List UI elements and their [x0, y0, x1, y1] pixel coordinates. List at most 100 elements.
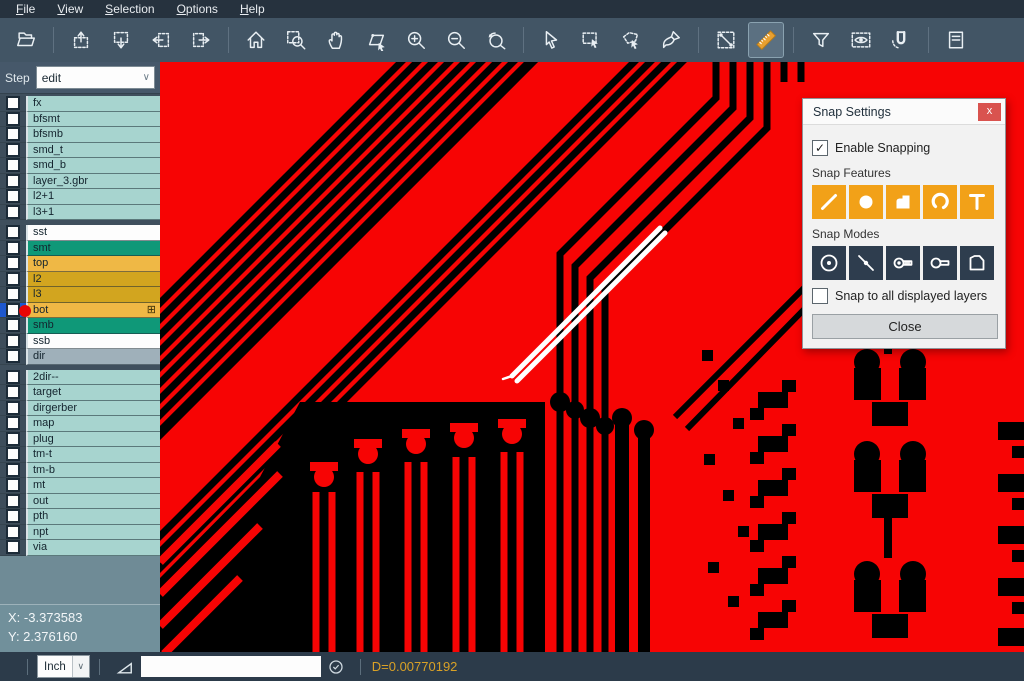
layer-row-target[interactable]: target: [0, 385, 160, 401]
layer-row-tm-b[interactable]: tm-b: [0, 463, 160, 479]
layer-checkbox[interactable]: [6, 318, 20, 332]
pan-up-button[interactable]: [64, 23, 98, 57]
layer-checkbox[interactable]: [6, 256, 20, 270]
ruler-button[interactable]: [749, 23, 783, 57]
layer-row-smd_b[interactable]: smd_b: [0, 158, 160, 174]
layer-label[interactable]: l2+1: [26, 189, 160, 205]
layer-label[interactable]: fx: [26, 96, 160, 112]
layer-row-smt[interactable]: smt: [0, 241, 160, 257]
layer-checkbox[interactable]: [6, 494, 20, 508]
snap-text-button[interactable]: [960, 185, 994, 219]
brush-button[interactable]: [654, 23, 688, 57]
layer-row-bfsmt[interactable]: bfsmt: [0, 112, 160, 128]
layer-row-bot[interactable]: bot⊞: [0, 303, 160, 319]
layer-label[interactable]: dir: [26, 349, 160, 365]
layer-visibility-cell[interactable]: [0, 272, 26, 288]
snap-line-button[interactable]: [812, 185, 846, 219]
layer-label[interactable]: tm-t: [26, 447, 160, 463]
layer-visibility-cell[interactable]: [0, 509, 26, 525]
zoom-previous-button[interactable]: [479, 23, 513, 57]
layer-visibility-cell[interactable]: [0, 525, 26, 541]
home-button[interactable]: [239, 23, 273, 57]
layer-row-out[interactable]: out: [0, 494, 160, 510]
layer-row-l2+1[interactable]: l2+1: [0, 189, 160, 205]
layer-label[interactable]: smd_t: [26, 143, 160, 159]
layer-row-layer_3.gbr[interactable]: layer_3.gbr: [0, 174, 160, 190]
layer-visibility-cell[interactable]: [0, 478, 26, 494]
pcb-canvas[interactable]: Snap Settings x ✓ Enable Snapping Snap F…: [160, 62, 1024, 652]
layer-checkbox[interactable]: [6, 540, 20, 554]
layer-label[interactable]: map: [26, 416, 160, 432]
layer-label[interactable]: layer_3.gbr: [26, 174, 160, 190]
layer-checkbox[interactable]: [6, 334, 20, 348]
layer-label[interactable]: smb: [26, 318, 160, 334]
layer-checkbox[interactable]: [6, 525, 20, 539]
layer-checkbox[interactable]: [6, 416, 20, 430]
layer-row-map[interactable]: map: [0, 416, 160, 432]
layer-row-top[interactable]: top: [0, 256, 160, 272]
menu-view[interactable]: View: [47, 1, 93, 17]
layer-visibility-cell[interactable]: [0, 318, 26, 334]
snap-pad-button[interactable]: [849, 185, 883, 219]
layer-label[interactable]: l2: [26, 272, 160, 288]
layer-checkbox[interactable]: [6, 463, 20, 477]
mode-feature-filled-button[interactable]: [886, 246, 920, 280]
pan-right-button[interactable]: [184, 23, 218, 57]
layer-checkbox[interactable]: [6, 205, 20, 219]
layer-row-dirgerber[interactable]: dirgerber: [0, 401, 160, 417]
snap-surface-button[interactable]: [886, 185, 920, 219]
layer-label[interactable]: bfsmb: [26, 127, 160, 143]
layer-visibility-cell[interactable]: [0, 540, 26, 556]
layer-visibility-cell[interactable]: [0, 225, 26, 241]
layer-visibility-cell[interactable]: [0, 370, 26, 386]
layer-checkbox[interactable]: [6, 401, 20, 415]
layer-label[interactable]: sst: [26, 225, 160, 241]
layer-row-l3[interactable]: l3: [0, 287, 160, 303]
layer-label[interactable]: dirgerber: [26, 401, 160, 417]
layer-row-l3+1[interactable]: l3+1: [0, 205, 160, 221]
pan-hand-button[interactable]: [319, 23, 353, 57]
menu-options[interactable]: Options: [167, 1, 228, 17]
view-options-button[interactable]: [844, 23, 878, 57]
layer-visibility-cell[interactable]: [0, 416, 26, 432]
layer-checkbox[interactable]: [6, 478, 20, 492]
layer-checkbox[interactable]: [6, 385, 20, 399]
layer-visibility-cell[interactable]: [0, 174, 26, 190]
layer-label[interactable]: pth: [26, 509, 160, 525]
layer-row-bfsmb[interactable]: bfsmb: [0, 127, 160, 143]
layer-checkbox[interactable]: [6, 174, 20, 188]
layer-checkbox[interactable]: [6, 432, 20, 446]
mode-feature-outline-button[interactable]: [923, 246, 957, 280]
layer-row-dir[interactable]: dir: [0, 349, 160, 365]
layer-visibility-cell[interactable]: [0, 158, 26, 174]
dialog-title-bar[interactable]: Snap Settings x: [803, 99, 1005, 125]
layer-checkbox[interactable]: [6, 447, 20, 461]
mode-center-button[interactable]: [812, 246, 846, 280]
layer-row-pth[interactable]: pth: [0, 509, 160, 525]
layer-checkbox[interactable]: [6, 127, 20, 141]
snap-arc-button[interactable]: [923, 185, 957, 219]
filter-button[interactable]: [804, 23, 838, 57]
close-button[interactable]: Close: [812, 314, 998, 339]
dialog-close-icon[interactable]: x: [978, 103, 1001, 121]
layer-label[interactable]: plug: [26, 432, 160, 448]
layer-row-tm-t[interactable]: tm-t: [0, 447, 160, 463]
snap-magnet-button[interactable]: [884, 23, 918, 57]
layer-checkbox[interactable]: [6, 370, 20, 384]
layer-checkbox[interactable]: [6, 287, 20, 301]
layer-row-plug[interactable]: plug: [0, 432, 160, 448]
layer-label[interactable]: smt: [26, 241, 160, 257]
pan-down-button[interactable]: [104, 23, 138, 57]
layer-checkbox[interactable]: [6, 189, 20, 203]
layer-visibility-cell[interactable]: [0, 256, 26, 272]
layer-visibility-cell[interactable]: [0, 205, 26, 221]
layer-label[interactable]: bfsmt: [26, 112, 160, 128]
layer-label[interactable]: l3: [26, 287, 160, 303]
zoom-in-button[interactable]: [399, 23, 433, 57]
layer-visibility-cell[interactable]: [0, 447, 26, 463]
layer-visibility-cell[interactable]: [0, 241, 26, 257]
menu-file[interactable]: File: [6, 1, 45, 17]
layer-checkbox[interactable]: [6, 158, 20, 172]
layer-form-button[interactable]: [939, 23, 973, 57]
layer-checkbox[interactable]: [6, 241, 20, 255]
